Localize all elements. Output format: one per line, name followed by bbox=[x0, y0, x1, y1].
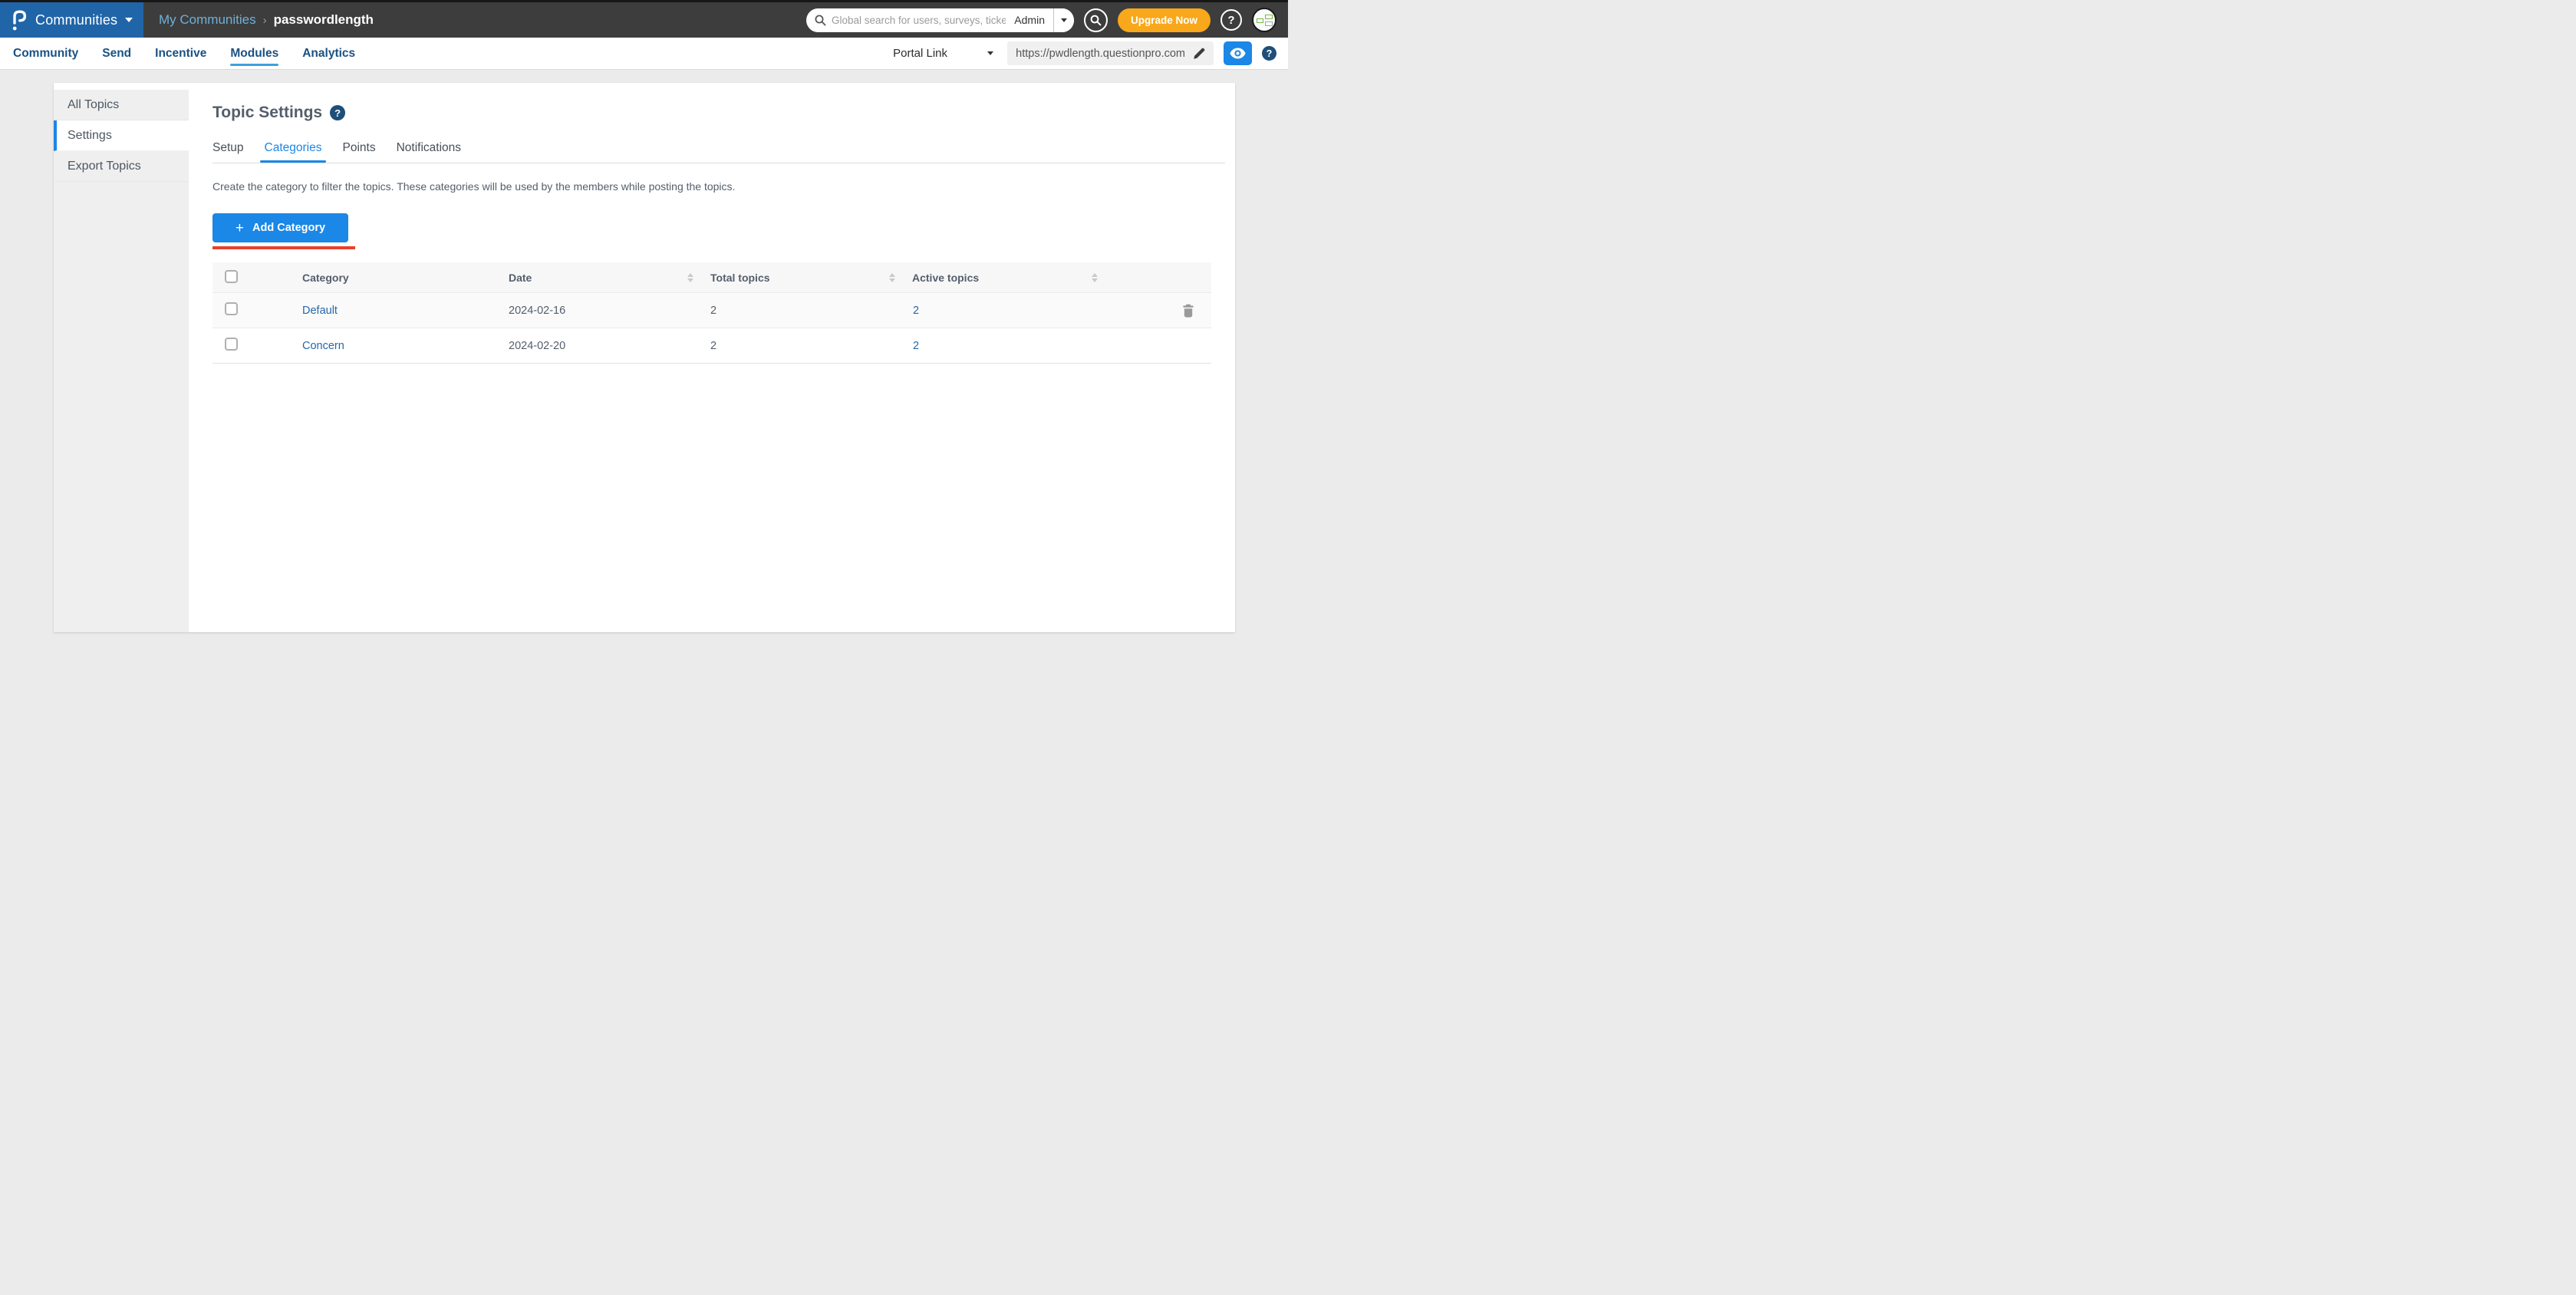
category-date: 2024-02-16 bbox=[509, 304, 566, 317]
tab-setup[interactable]: Setup bbox=[212, 141, 244, 163]
questionpro-logo-icon bbox=[12, 9, 28, 31]
table-row: Concern 2024-02-20 2 2 bbox=[212, 328, 1211, 363]
title-row: Topic Settings ? bbox=[212, 104, 1225, 122]
add-category-button[interactable]: + Add Category bbox=[212, 213, 348, 242]
search-scope-dropdown-button[interactable] bbox=[1052, 8, 1074, 32]
avatar-image-detail bbox=[1265, 15, 1273, 19]
avatar-image-detail bbox=[1265, 21, 1273, 26]
row-checkbox[interactable] bbox=[225, 302, 238, 315]
breadcrumb-current-community: passwordlength bbox=[273, 12, 374, 27]
table-header-row: Category Date Total topics Active topics bbox=[212, 262, 1211, 292]
sidebar-item-settings[interactable]: Settings bbox=[54, 120, 189, 151]
breadcrumb-my-communities[interactable]: My Communities bbox=[159, 12, 256, 28]
avatar-image-detail bbox=[1257, 18, 1263, 23]
active-topics-link[interactable]: 2 bbox=[913, 340, 919, 352]
topics-sidebar: All Topics Settings Export Topics bbox=[54, 90, 189, 632]
nav-item-send[interactable]: Send bbox=[102, 40, 131, 68]
sort-icon-date[interactable] bbox=[687, 272, 693, 282]
header-date: Date bbox=[509, 271, 532, 284]
row-checkbox[interactable] bbox=[225, 338, 238, 351]
avatar[interactable] bbox=[1252, 8, 1276, 32]
topbar-actions: Admin Upgrade Now ? bbox=[805, 8, 1288, 32]
header-category: Category bbox=[302, 271, 349, 284]
chevron-down-icon bbox=[125, 18, 133, 22]
categories-description: Create the category to filter the topics… bbox=[212, 180, 736, 193]
search-icon bbox=[1090, 15, 1102, 26]
portal-url-field[interactable]: https://pwdlength.questionpro.com bbox=[1007, 41, 1214, 65]
breadcrumb: My Communities › passwordlength bbox=[159, 12, 374, 28]
upgrade-now-button[interactable]: Upgrade Now bbox=[1117, 8, 1211, 32]
sidebar-item-export-topics[interactable]: Export Topics bbox=[54, 151, 189, 182]
search-scope-value[interactable]: Admin bbox=[1006, 14, 1053, 26]
header-active-topics: Active topics bbox=[912, 271, 980, 284]
tab-points[interactable]: Points bbox=[342, 141, 375, 163]
question-mark-icon: ? bbox=[1266, 48, 1273, 59]
total-topics-value: 2 bbox=[710, 304, 717, 317]
total-topics-value: 2 bbox=[710, 339, 717, 352]
plus-icon: + bbox=[235, 219, 245, 236]
settings-tabs: Setup Categories Points Notifications bbox=[212, 141, 1225, 163]
search-icon bbox=[815, 15, 826, 26]
table-bottom-border bbox=[212, 363, 1211, 364]
chevron-down-icon bbox=[1060, 18, 1067, 22]
question-mark-icon: ? bbox=[334, 107, 341, 119]
question-mark-icon: ? bbox=[1227, 13, 1235, 27]
topics-panel: All Topics Settings Export Topics Topic … bbox=[54, 83, 1235, 632]
edit-pencil-icon[interactable] bbox=[1193, 48, 1205, 60]
table-row: Default 2024-02-16 2 2 bbox=[212, 292, 1211, 328]
select-all-checkbox[interactable] bbox=[225, 269, 238, 283]
nav-item-analytics[interactable]: Analytics bbox=[302, 40, 355, 68]
brand-label: Communities bbox=[35, 12, 118, 28]
categories-table: Category Date Total topics Active topics bbox=[212, 262, 1211, 364]
tab-categories[interactable]: Categories bbox=[259, 141, 327, 163]
topic-settings-content: Topic Settings ? Setup Categories Points… bbox=[189, 83, 1250, 632]
global-search: Admin bbox=[805, 8, 1074, 32]
category-date: 2024-02-20 bbox=[509, 339, 566, 352]
sidebar-item-all-topics[interactable]: All Topics bbox=[54, 90, 189, 120]
help-button[interactable]: ? bbox=[1220, 9, 1242, 31]
add-category-label: Add Category bbox=[252, 222, 326, 234]
module-nav-links: Community Send Incentive Modules Analyti… bbox=[13, 40, 355, 68]
module-navbar: Community Send Incentive Modules Analyti… bbox=[0, 38, 1288, 70]
nav-item-community[interactable]: Community bbox=[13, 40, 78, 68]
sort-icon-total-topics[interactable] bbox=[889, 272, 895, 282]
header-total-topics: Total topics bbox=[710, 271, 770, 284]
page-body: All Topics Settings Export Topics Topic … bbox=[0, 70, 1288, 632]
eye-icon bbox=[1230, 48, 1246, 59]
annotation-red-underline bbox=[212, 246, 355, 249]
topic-settings-help-icon[interactable]: ? bbox=[330, 105, 346, 120]
portal-link-area: Portal Link https://pwdlength.questionpr… bbox=[893, 41, 1276, 65]
portal-link-label: Portal Link bbox=[893, 47, 948, 60]
portal-help-icon[interactable]: ? bbox=[1262, 46, 1276, 61]
tab-notifications[interactable]: Notifications bbox=[397, 141, 461, 163]
nav-item-incentive[interactable]: Incentive bbox=[155, 40, 206, 68]
active-topics-link[interactable]: 2 bbox=[913, 305, 919, 317]
category-link[interactable]: Default bbox=[302, 305, 338, 317]
chevron-down-icon bbox=[987, 51, 994, 55]
portal-url-text: https://pwdlength.questionpro.com bbox=[1016, 47, 1185, 60]
global-search-input[interactable] bbox=[831, 14, 1006, 26]
communities-product-menu[interactable]: Communities bbox=[0, 2, 143, 38]
delete-icon[interactable] bbox=[1182, 304, 1194, 318]
portal-link-select[interactable]: Portal Link bbox=[893, 47, 994, 60]
category-link[interactable]: Concern bbox=[302, 340, 344, 352]
search-button[interactable] bbox=[1083, 8, 1108, 32]
nav-item-modules[interactable]: Modules bbox=[230, 40, 278, 68]
sort-icon-active-topics[interactable] bbox=[1092, 272, 1098, 282]
preview-portal-button[interactable] bbox=[1224, 41, 1252, 65]
page-title: Topic Settings bbox=[212, 104, 323, 121]
breadcrumb-separator: › bbox=[262, 13, 267, 27]
topbar: Communities My Communities › passwordlen… bbox=[0, 2, 1288, 38]
